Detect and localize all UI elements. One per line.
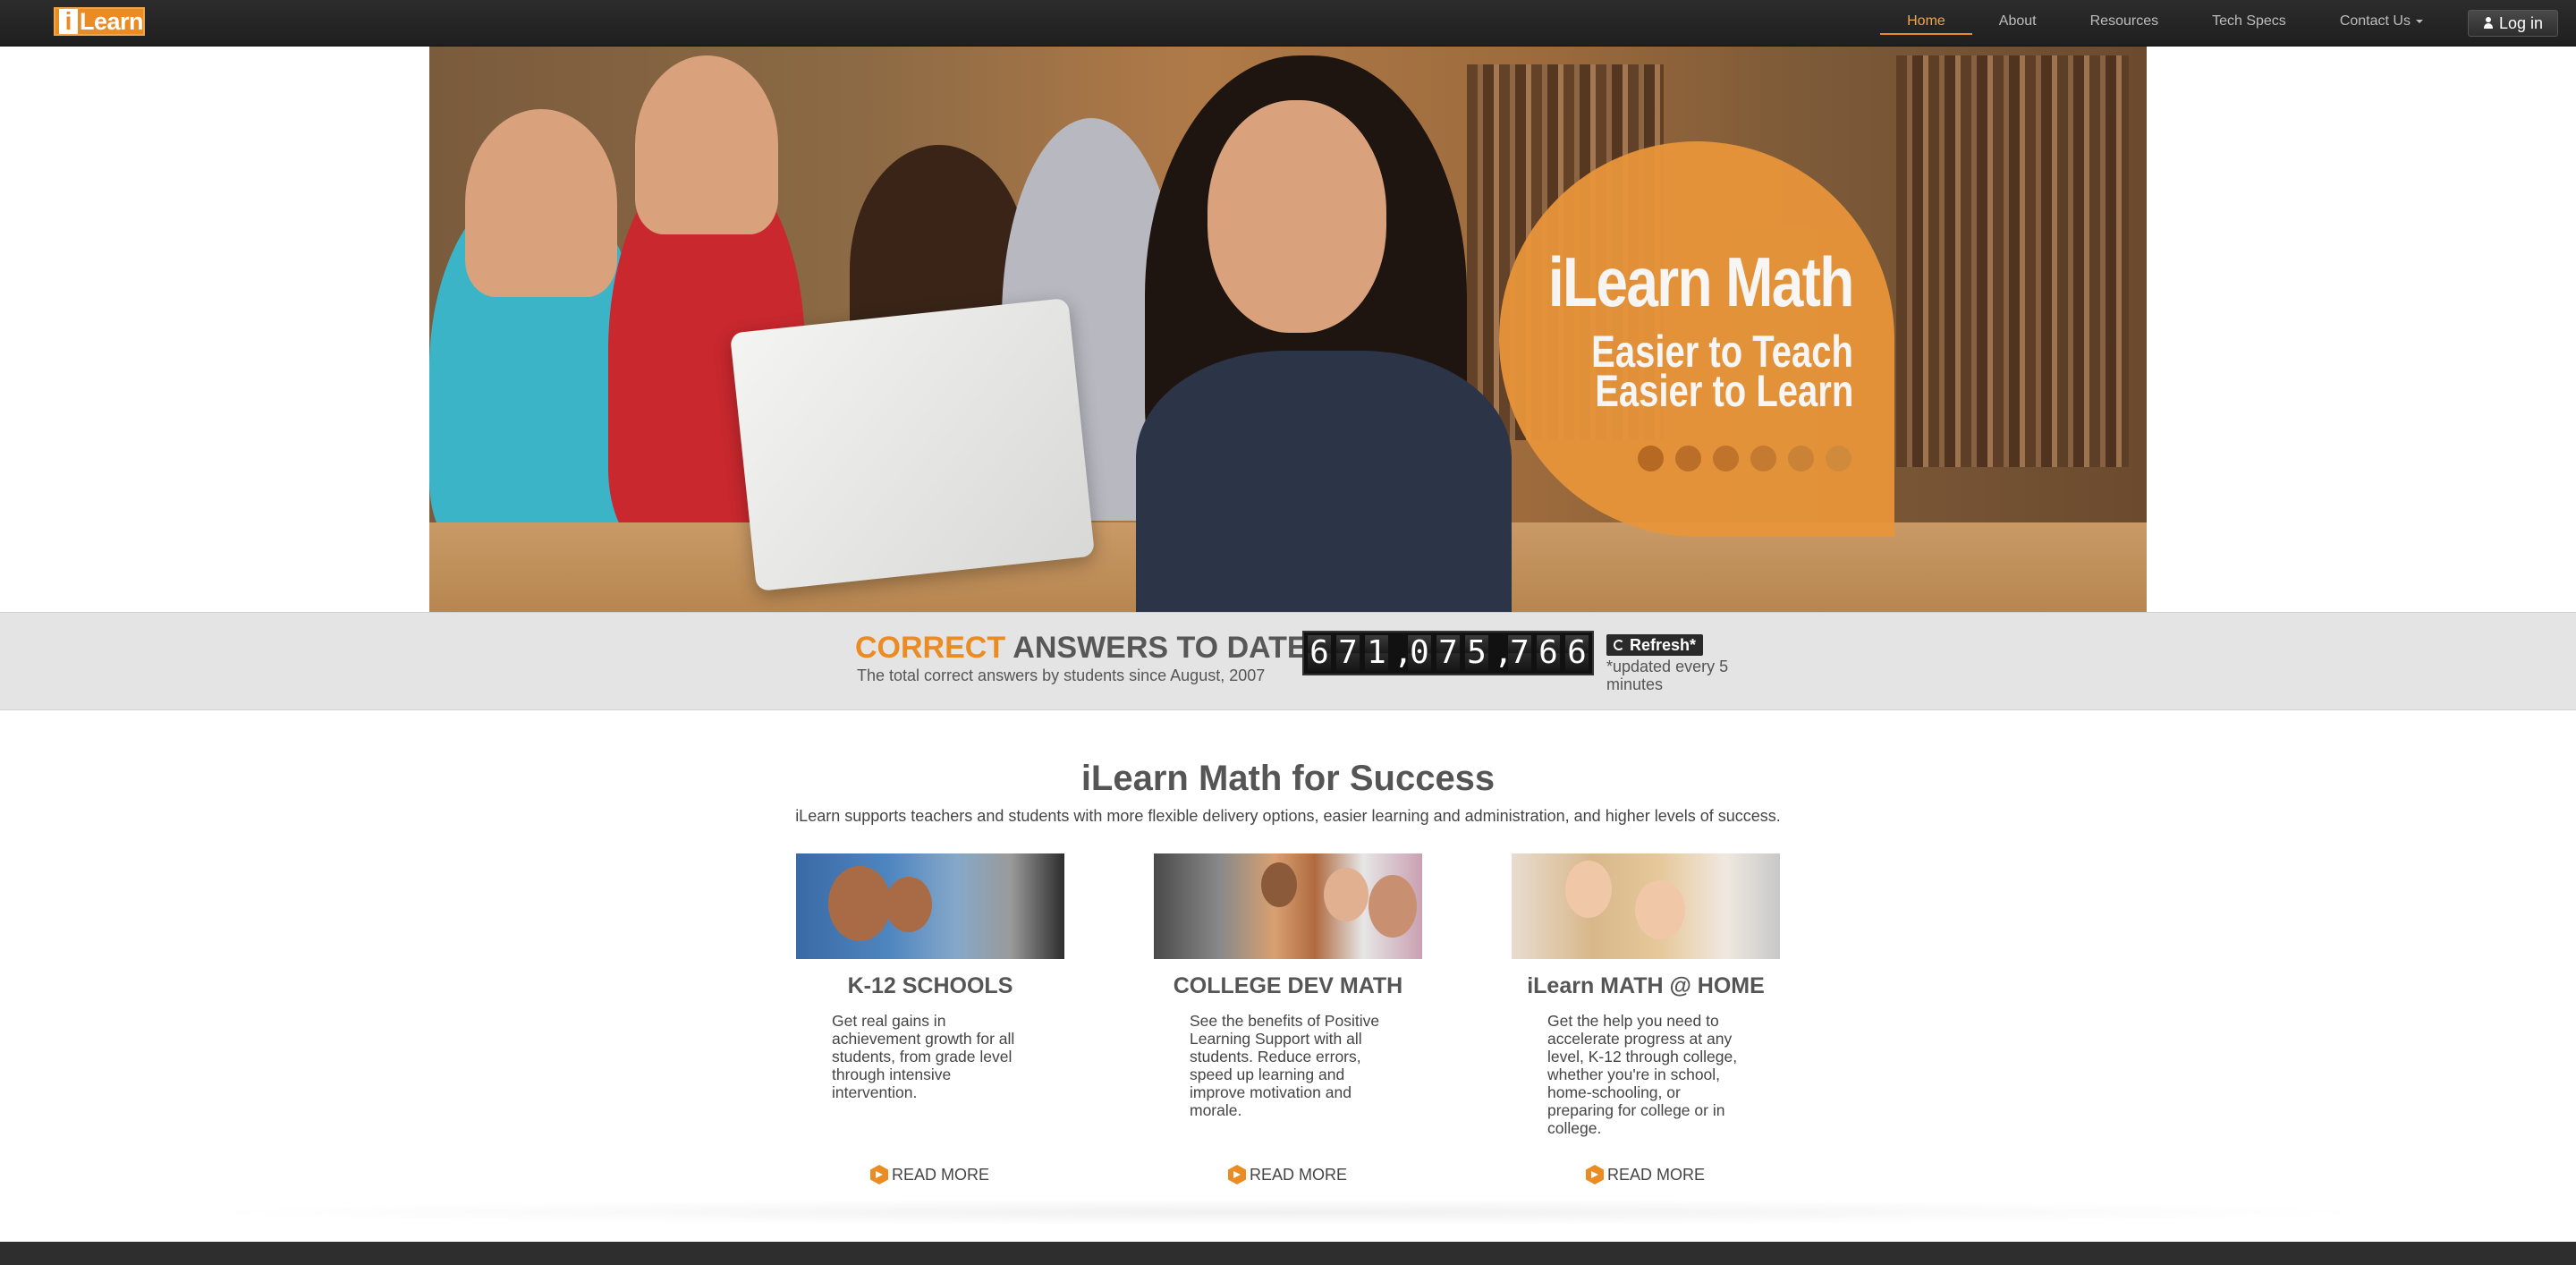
carousel-dots xyxy=(1638,446,1852,471)
section-subtitle: iLearn supports teachers and students wi… xyxy=(795,807,1781,825)
nav-home[interactable]: Home xyxy=(1880,0,1972,47)
card-college-dev-math: COLLEGE DEV MATH See the benefits of Pos… xyxy=(1154,853,1422,1119)
photo-face xyxy=(1565,861,1612,918)
carousel-dot[interactable] xyxy=(1788,446,1814,471)
counter-title-rest: ANSWERS TO DATE xyxy=(1005,631,1308,665)
arrow-hexagon-icon xyxy=(870,1165,888,1184)
read-more-link[interactable]: READ MORE xyxy=(1228,1165,1347,1184)
card-ilearn-math-at-home: iLearn MATH @ HOME Get the help you need… xyxy=(1512,853,1780,1137)
photo-face xyxy=(1368,875,1417,938)
counter-separator: , xyxy=(1394,634,1413,671)
footer xyxy=(0,1242,2576,1265)
nav-resources[interactable]: Resources xyxy=(2063,0,2185,47)
top-navbar: i Learn Home About Resources Tech Specs … xyxy=(0,0,2576,47)
footer-shadow xyxy=(179,1199,2397,1226)
refresh-icon xyxy=(1614,640,1624,650)
hero-student xyxy=(635,55,778,234)
carousel-dot[interactable] xyxy=(1638,446,1664,471)
photo-face xyxy=(1635,880,1685,939)
ilearn-logo[interactable]: i Learn xyxy=(54,7,145,36)
hero-carousel: iLearn Math Easier to Teach Easier to Le… xyxy=(429,47,2147,612)
hero-woman-body xyxy=(1136,351,1512,612)
card-text: Get the help you need to accelerate prog… xyxy=(1547,1012,1738,1137)
hero-student xyxy=(465,109,617,297)
hero-bookshelf xyxy=(1896,55,2129,467)
hero-woman-face xyxy=(1208,100,1386,333)
counter-digit: 7 xyxy=(1436,635,1460,671)
arrow-hexagon-icon xyxy=(1586,1165,1604,1184)
hero-title: iLearn Math xyxy=(1548,242,1855,321)
carousel-dot[interactable] xyxy=(1675,446,1701,471)
nav-about[interactable]: About xyxy=(1972,0,2063,47)
counter-digit: 6 xyxy=(1565,635,1589,671)
photo-face xyxy=(1324,868,1368,921)
counter-title: CORRECT ANSWERS TO DATE xyxy=(855,631,1308,666)
arrow-hexagon-icon xyxy=(1228,1165,1246,1184)
main-nav: Home About Resources Tech Specs Contact … xyxy=(1880,0,2576,47)
card-text: See the benefits of Positive Learning Su… xyxy=(1190,1012,1380,1119)
card-title[interactable]: K-12 SCHOOLS xyxy=(796,973,1064,999)
login-label: Log in xyxy=(2498,13,2543,32)
caret-down-icon xyxy=(2415,19,2423,23)
counter-digit: 1 xyxy=(1365,635,1388,671)
refresh-label: Refresh* xyxy=(1630,635,1697,654)
card-title[interactable]: iLearn MATH @ HOME xyxy=(1512,973,1780,999)
carousel-dot[interactable] xyxy=(1713,446,1739,471)
counter-digit: 0 xyxy=(1408,635,1431,671)
hero-tagline-2: Easier to Learn xyxy=(1594,366,1853,416)
refresh-note: *updated every 5 minutes xyxy=(1606,658,1729,693)
counter-digit: 6 xyxy=(1537,635,1560,671)
user-icon xyxy=(2483,17,2494,30)
nav-contact-us-label: Contact Us xyxy=(2339,13,2411,29)
logo-i: i xyxy=(59,9,78,34)
hero-laptop xyxy=(729,297,1096,592)
card-k12-schools: K-12 SCHOOLS Get real gains in achieveme… xyxy=(796,853,1064,1101)
carousel-dot[interactable] xyxy=(1750,446,1776,471)
read-more-link[interactable]: READ MORE xyxy=(1586,1165,1705,1184)
counter-digit: 7 xyxy=(1508,635,1531,671)
photo-face xyxy=(1261,862,1297,907)
login-button[interactable]: Log in xyxy=(2467,10,2558,37)
answer-counter: 6 7 1 , 0 7 5 , 7 6 6 xyxy=(1302,631,1594,675)
card-text: Get real gains in achievement growth for… xyxy=(832,1012,1015,1101)
counter-digit: 6 xyxy=(1308,635,1331,671)
read-more-label: READ MORE xyxy=(1250,1165,1348,1184)
counter-digit: 7 xyxy=(1336,635,1360,671)
hero-speech-bubble: iLearn Math Easier to Teach Easier to Le… xyxy=(1499,141,1894,537)
section-title: iLearn Math for Success xyxy=(1080,759,1496,798)
counter-separator: , xyxy=(1494,634,1513,671)
photo-face xyxy=(886,877,932,932)
counter-digit: 5 xyxy=(1465,635,1488,671)
card-image[interactable] xyxy=(796,853,1064,959)
card-title[interactable]: COLLEGE DEV MATH xyxy=(1154,973,1422,999)
carousel-dot[interactable] xyxy=(1826,446,1852,471)
logo-text: Learn xyxy=(79,7,144,35)
refresh-button[interactable]: Refresh* xyxy=(1606,634,1704,656)
card-image[interactable] xyxy=(1512,853,1780,959)
nav-contact-us[interactable]: Contact Us xyxy=(2313,0,2450,47)
photo-face xyxy=(828,866,891,941)
read-more-label: READ MORE xyxy=(1607,1165,1706,1184)
counter-title-highlight: CORRECT xyxy=(855,631,1006,665)
answers-counter-band: CORRECT ANSWERS TO DATE The total correc… xyxy=(0,612,2576,710)
nav-tech-specs[interactable]: Tech Specs xyxy=(2185,0,2313,47)
read-more-label: READ MORE xyxy=(892,1165,990,1184)
counter-subtitle: The total correct answers by students si… xyxy=(857,666,1266,684)
card-image[interactable] xyxy=(1154,853,1422,959)
read-more-link[interactable]: READ MORE xyxy=(870,1165,989,1184)
